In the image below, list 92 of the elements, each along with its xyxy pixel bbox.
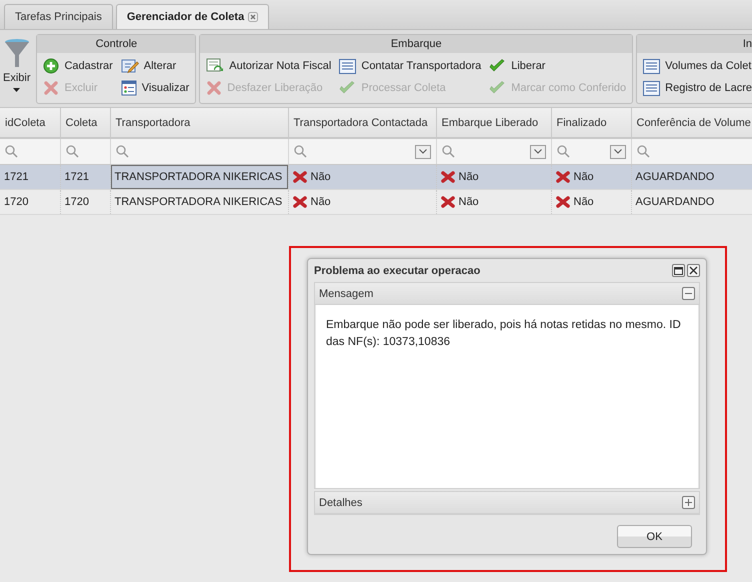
dropdown-button[interactable] [414,144,430,158]
search-icon [556,145,570,158]
group-title: In [742,38,752,50]
search-icon [5,145,18,158]
panel-header[interactable]: Mensagem [315,283,699,306]
filter-field[interactable] [110,138,288,164]
table-cell-text: 1721 [3,170,30,185]
search-icon [636,145,650,158]
tab[interactable]: Tarefas Principais [4,4,113,29]
cross-icon [556,171,570,183]
view-button[interactable]: Exibir [0,34,34,107]
filter-field[interactable] [436,138,551,164]
toolbar-button[interactable]: Liberar [489,55,626,77]
funnel-icon [4,38,30,68]
table-cell: Não [288,190,436,214]
toolbar-button[interactable]: Contatar Transportadora [339,55,482,77]
collapse-button[interactable] [682,287,695,300]
table-cell: TRANSPORTADORA NIKERICAS [110,165,288,189]
filter-field[interactable] [288,138,436,164]
search-icon [442,145,454,158]
chevron-icon [534,149,542,154]
toolbar-button[interactable]: Autorizar Nota Fiscal [206,55,332,77]
table-cell-text: 1721 [64,170,90,185]
dropdown-button[interactable] [530,144,546,158]
search-icon [294,145,306,158]
toolbar-button[interactable]: Volumes da Colet [643,55,752,77]
filter-field[interactable] [0,138,60,164]
column-header[interactable]: Transportadora [110,108,288,138]
table-cell-text: AGUARDANDO [634,195,716,210]
column-header[interactable]: idColeta [0,108,60,138]
table-cell-text: AGUARDANDO [634,170,716,185]
panel-header[interactable]: Detalhes [315,492,699,514]
close-icon [689,266,698,276]
panel-title: Detalhes [319,496,362,509]
table-cell: Não [436,190,550,214]
list-icon [643,58,660,74]
check-icon [339,80,356,96]
table-cell-text: 1720 [3,195,30,210]
dropdown-button[interactable] [610,144,626,158]
table-cell: Não [288,165,436,189]
panel-title: Mensagem [319,288,374,300]
maximize-icon [674,266,683,275]
expand-button[interactable] [682,496,695,510]
document-arrows-icon [206,58,224,74]
toolbar-button[interactable]: Alterar [120,55,190,77]
cross-icon [292,196,306,208]
column-header[interactable]: Coleta [60,108,110,138]
filter-field[interactable] [551,138,631,164]
search-icon [66,145,78,158]
column-header[interactable]: Transportadora Contactada [288,108,436,138]
plus-icon [685,499,692,506]
chevron-icon [418,149,426,154]
table-cell: Não [552,190,630,214]
filter-field[interactable] [60,138,110,164]
filter-field[interactable] [631,138,752,164]
table-cell-text: TRANSPORTADORA NIKERICAS [114,195,284,210]
form-icon [120,80,137,96]
cross-icon [440,196,454,208]
toolbar-button[interactable]: Registro de Lacre [643,77,752,99]
error-message: Embarque não pode ser liberado, pois há notas retidas no mesmo. ID das NF(s): 10373,10836 [326,319,681,348]
search-icon [116,145,128,158]
cross-icon [440,171,454,183]
list-icon [643,80,660,96]
table-row[interactable]: 1720 1720 TRANSPORTADORA NIKERICAS Não Não Não AGUARDANDO [0,190,752,214]
ok-button[interactable]: OK [617,525,692,548]
close-icon[interactable] [248,12,258,22]
table-cell: Não [552,165,630,189]
caret-icon [13,88,20,92]
toolbar-button[interactable]: Visualizar [120,77,190,99]
table-row[interactable]: 1721 1721 TRANSPORTADORA NIKERICAS Não Não Não AGUARDANDO [0,164,752,190]
chevron-icon [614,149,622,154]
edit-icon [120,58,139,74]
group-title: Controle [96,38,138,50]
maximize-button[interactable] [672,264,685,278]
table-cell: Não [436,165,550,189]
delete-icon [43,80,60,96]
tab[interactable]: Gerenciador de Coleta [116,4,270,29]
close-button[interactable] [687,264,700,278]
check-icon [489,80,506,96]
dialog-title: Problema ao executar operacao [314,264,480,277]
delete-icon [206,80,222,96]
cross-icon [292,171,306,183]
table-cell-text: 1720 [64,195,90,210]
toolbar-button[interactable]: Cadastrar [43,55,113,77]
group-title: Embarque [390,38,442,50]
column-header[interactable]: Conferência de Volume [631,108,752,138]
column-header[interactable]: Embarque Liberado [436,108,551,138]
column-header[interactable]: Finalizado [551,108,631,138]
cross-icon [556,196,570,208]
add-icon [43,58,60,74]
list-icon [339,58,356,74]
check-icon [489,58,506,74]
